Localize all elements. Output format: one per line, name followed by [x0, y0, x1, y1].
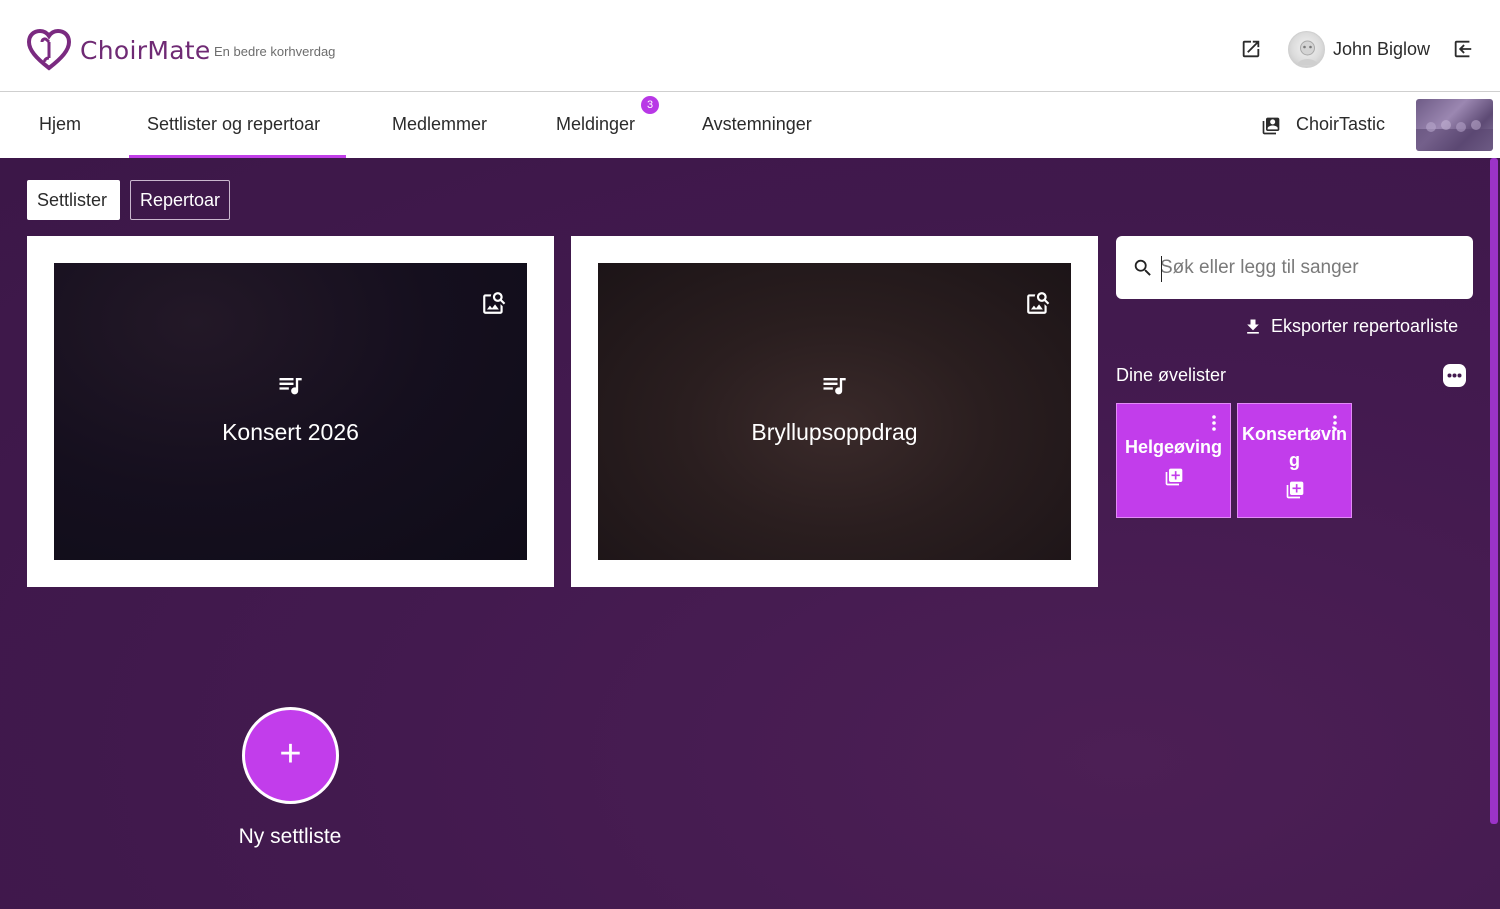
nav-item-meldinger[interactable]: Meldinger: [556, 114, 635, 135]
change-image-icon[interactable]: [1025, 290, 1051, 316]
text-caret: [1161, 256, 1162, 282]
choirmate-logo-icon[interactable]: [26, 28, 72, 72]
song-search-box[interactable]: [1116, 236, 1473, 299]
new-setlist-button[interactable]: +: [242, 707, 339, 804]
tab-settlister[interactable]: Settlister: [27, 180, 120, 220]
choir-library-icon[interactable]: [1261, 116, 1281, 136]
more-vertical-icon[interactable]: [1211, 414, 1217, 432]
more-options-button[interactable]: [1443, 364, 1466, 387]
setlist-card[interactable]: Bryllupsoppdrag: [571, 236, 1098, 587]
queue-music-icon: [279, 378, 302, 395]
main-scrollbar[interactable]: [1490, 158, 1498, 824]
user-name[interactable]: John Biglow: [1333, 39, 1430, 60]
queue-music-icon: [823, 378, 846, 395]
tab-repertoar[interactable]: Repertoar: [130, 180, 230, 220]
setlist-card-image[interactable]: Bryllupsoppdrag: [598, 263, 1071, 560]
nav-item-avstemninger[interactable]: Avstemninger: [702, 114, 812, 135]
practice-lists-title: Dine øvelister: [1116, 365, 1227, 385]
choir-thumbnail[interactable]: [1416, 99, 1493, 151]
search-icon: [1134, 259, 1151, 276]
nav-item-hjem[interactable]: Hjem: [39, 114, 81, 135]
external-link-icon[interactable]: [1240, 38, 1262, 60]
plus-icon: +: [279, 733, 302, 775]
setlist-title: Konsert 2026: [222, 419, 359, 445]
setlist-card[interactable]: Konsert 2026: [27, 236, 554, 587]
practice-list-label: Konsertøving: [1242, 424, 1348, 470]
tagline: En bedre korhverdag: [214, 44, 336, 59]
practice-list-label: Helgeøving: [1124, 437, 1222, 457]
new-setlist-label[interactable]: Ny settliste: [190, 825, 390, 849]
download-icon: [1247, 319, 1259, 334]
practice-list-tile[interactable]: Konsertøving: [1237, 403, 1352, 518]
nav-item-settlister[interactable]: Settlister og repertoar: [147, 114, 320, 135]
library-add-icon: [1286, 481, 1304, 499]
song-search-input[interactable]: [1160, 252, 1460, 284]
app-header: ChoirMate En bedre korhverdag John Biglo…: [0, 0, 1500, 92]
practice-list-tile[interactable]: Helgeøving: [1116, 403, 1231, 518]
brand-name: ChoirMate: [80, 36, 211, 65]
nav-item-medlemmer[interactable]: Medlemmer: [392, 114, 487, 135]
setlist-title: Bryllupsoppdrag: [751, 419, 918, 445]
messages-badge: 3: [641, 96, 659, 114]
logout-icon[interactable]: [1452, 38, 1474, 60]
library-add-icon: [1165, 468, 1183, 486]
choir-name[interactable]: ChoirTastic: [1296, 114, 1385, 135]
setlist-card-image[interactable]: Konsert 2026: [54, 263, 527, 560]
user-avatar[interactable]: [1288, 31, 1325, 68]
more-horizontal-icon: [1447, 373, 1462, 378]
export-label: Eksporter repertoarliste: [1271, 316, 1459, 336]
change-image-icon[interactable]: [481, 290, 507, 316]
